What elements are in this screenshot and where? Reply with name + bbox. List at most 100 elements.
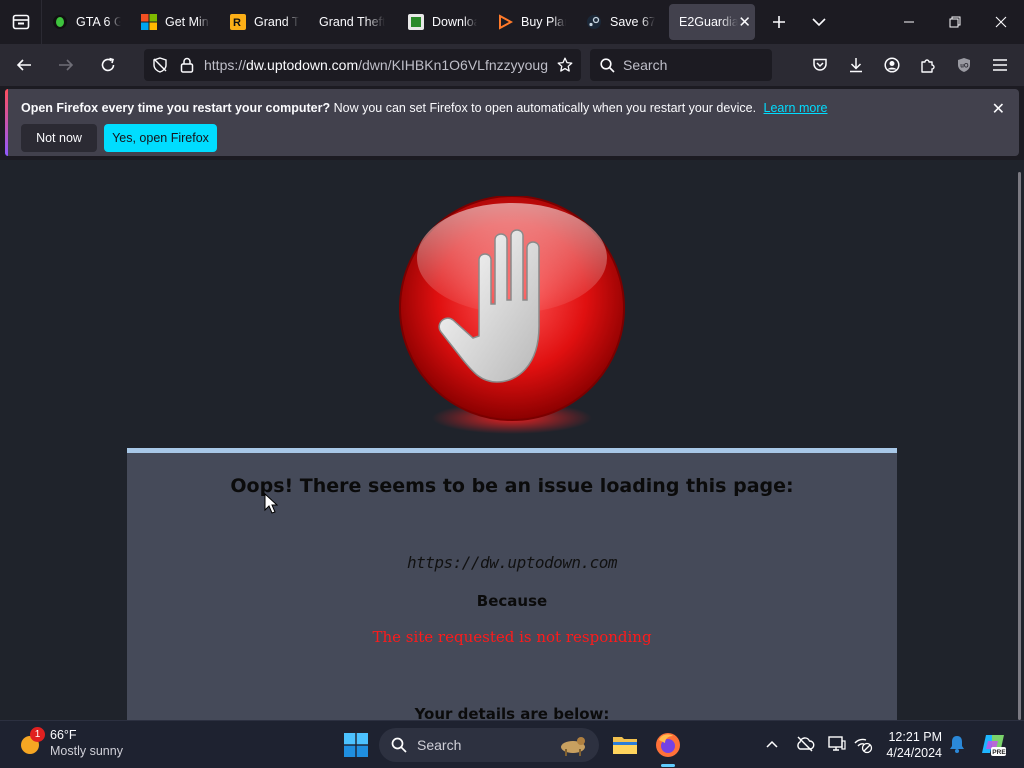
error-headline: Oops! There seems to be an issue loading… [230,475,794,497]
forward-button[interactable] [48,49,84,81]
downloads-button[interactable] [838,49,874,81]
windows-logo-icon [344,733,368,757]
svg-text:PRE: PRE [992,749,1006,756]
ublock-button[interactable]: uO [946,49,982,81]
plus-icon [773,16,785,28]
notifications-button[interactable] [948,734,966,759]
url-prefix: https:// [204,57,247,73]
tab-download[interactable]: Downloa [398,4,487,40]
page-scrollbar[interactable] [1018,172,1021,720]
tab-get-minecraft[interactable]: Get Mine [131,4,220,40]
notification-text: Now you can set Firefox to open automati… [333,101,757,115]
tab-label: Grand Theft [319,15,386,29]
yes-open-firefox-button[interactable]: Yes, open Firefox [104,124,217,152]
taskbar-search[interactable]: Search [379,728,599,762]
tab-grand-theft-rockstar[interactable]: R Grand Th [220,4,309,40]
firefox-view-button[interactable] [0,0,42,44]
arrow-left-icon [16,59,31,71]
svg-text:uO: uO [960,64,969,70]
list-all-tabs-button[interactable] [799,0,839,44]
stop-hand-icon [397,195,627,436]
sun-icon: 1 [18,727,45,755]
restore-icon [949,16,961,28]
close-notification-icon[interactable]: ✕ [992,99,1005,119]
new-tab-button[interactable] [759,0,799,44]
weather-widget[interactable]: 1 66°F Mostly sunny [18,727,123,759]
alien-favicon-icon [52,14,68,30]
arrow-right-icon [59,59,74,71]
tab-strip: GTA 6 Gr Get Mine R Grand Th Grand Theft… [0,0,1024,44]
firefox-view-icon [12,14,29,30]
details-heading: Your details are below: [414,705,610,720]
restore-button[interactable] [932,0,978,44]
display-button[interactable] [827,734,847,759]
notification-accent [5,89,8,156]
mouse-cursor-icon [264,493,278,514]
lock-icon[interactable] [180,57,194,73]
temperature: 66°F [50,728,77,742]
folder-icon [613,737,637,754]
notification-message: Open Firefox every time you restart your… [21,101,827,115]
download-icon [850,58,862,73]
clock[interactable]: 12:21 PM 4/24/2024 [884,729,942,761]
tab-label: Downloa [432,15,477,29]
network-volume-button[interactable] [853,734,873,759]
tab-buy-plan[interactable]: Buy Plan [487,4,576,40]
rockstar-favicon-icon: R [230,14,246,30]
tab-grand-theft[interactable]: Grand Theft [309,4,398,40]
reload-button[interactable] [90,49,126,81]
steam-favicon-icon [586,14,602,30]
search-bar[interactable]: Search [590,49,772,81]
cloud-offline-icon [797,736,815,752]
chevron-down-icon [812,18,826,27]
copilot-button[interactable]: PRE [980,731,1006,762]
because-label: Because [476,592,548,610]
url-bar[interactable]: https://dw.uptodown.com/dwn/KIHBKn1O6VLf… [144,49,581,81]
no-internet-icon [854,738,873,754]
account-icon [884,57,900,73]
svg-text:R: R [233,17,241,29]
not-now-button[interactable]: Not now [21,124,97,152]
default-browser-notification: Open Firefox every time you restart your… [5,89,1019,156]
onedrive-button[interactable] [795,734,815,759]
reload-icon [101,57,115,72]
puzzle-piece-icon [921,59,935,73]
tracking-protection-icon[interactable] [152,57,168,73]
clock-time: 12:21 PM [888,730,942,744]
close-icon [995,16,1007,28]
back-button[interactable] [6,49,42,81]
hamburger-menu-icon [993,59,1007,71]
tab-label: Get Mine [165,15,210,29]
firefox-taskbar-button[interactable] [652,729,684,767]
pocket-icon [813,58,827,71]
tab-steam-save[interactable]: Save 67% [576,4,665,40]
tab-label: GTA 6 Gr [76,15,121,29]
url-path: /dwn/KIHBKn1O6VLfnzzyyoug [358,57,548,73]
extensions-button[interactable] [910,49,946,81]
app-menu-button[interactable] [982,49,1018,81]
pocket-button[interactable] [802,49,838,81]
learn-more-link[interactable]: Learn more [764,101,828,115]
monitor-icon [828,736,846,751]
taskbar-search-placeholder: Search [417,737,462,753]
search-placeholder: Search [623,57,668,73]
chevron-up-icon [766,740,778,748]
minimize-icon [904,21,914,23]
clock-date: 4/24/2024 [886,746,942,760]
show-hidden-icons-button[interactable] [765,734,779,759]
search-highlight-icon [561,737,585,756]
bookmark-star-icon[interactable] [557,57,573,73]
minimize-button[interactable] [886,0,932,44]
error-panel: Oops! There seems to be an issue loading… [127,448,897,720]
close-tab-icon[interactable]: ✕ [738,13,751,31]
microsoft-favicon-icon [141,14,157,30]
copilot-icon: PRE [982,735,1006,756]
close-window-button[interactable] [978,0,1024,44]
page-content: Oops! There seems to be an issue loading… [0,160,1024,720]
file-explorer-button[interactable] [609,729,641,761]
start-button[interactable] [344,733,368,762]
url-text[interactable]: https://dw.uptodown.com/dwn/KIHBKn1O6VLf… [204,57,549,73]
tab-e2guardian[interactable]: E2Guardia ✕ [669,4,755,40]
account-button[interactable] [874,49,910,81]
tab-gta6[interactable]: GTA 6 Gr [42,4,131,40]
